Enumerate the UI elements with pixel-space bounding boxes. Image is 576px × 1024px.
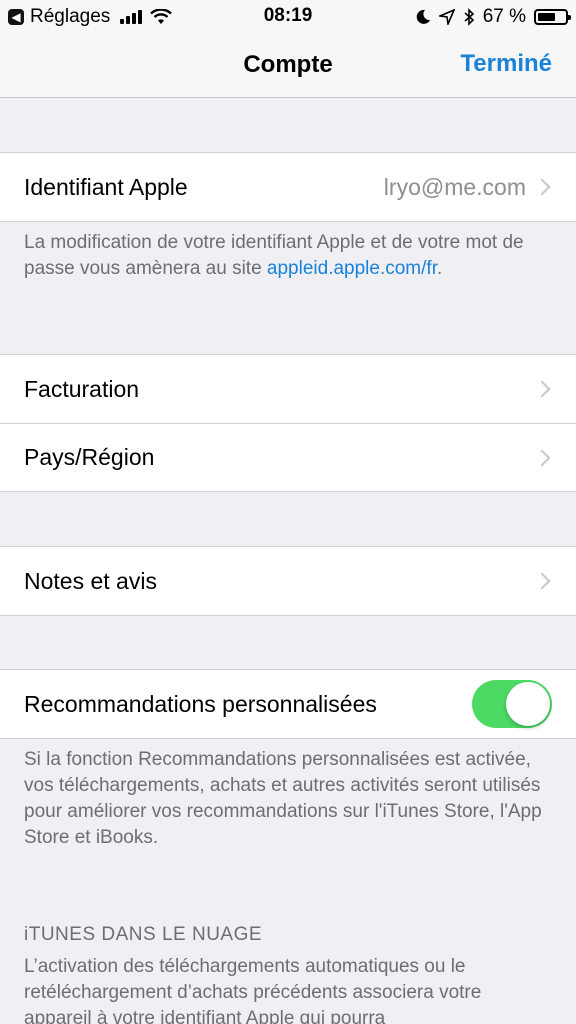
recommendations-footer: Si la fonction Recommandations personnal… — [24, 749, 542, 848]
done-button[interactable]: Terminé — [460, 50, 552, 78]
billing-row[interactable]: Facturation — [0, 355, 576, 423]
battery-percentage: 67 % — [482, 6, 526, 27]
apple-id-footer-end: . — [436, 258, 443, 279]
recommendations-label: Recommandations personnalisées — [24, 690, 377, 717]
recommendations-group: Recommandations personnalisées — [0, 669, 576, 739]
recommendations-toggle[interactable] — [472, 680, 552, 728]
appleid-link[interactable]: appleid.apple.com/fr — [267, 258, 437, 279]
status-bar: ◀ Réglages 08:19 67 % — [0, 0, 576, 34]
country-region-label: Pays/Région — [24, 444, 155, 470]
billing-group: Facturation Pays/Région — [0, 354, 576, 492]
apple-id-footer: La modification de votre identifiant App… — [24, 230, 554, 282]
bluetooth-icon — [464, 8, 474, 26]
apple-id-group: Identifiant Apple lryo@me.com — [0, 152, 576, 222]
do-not-disturb-moon-icon — [416, 9, 430, 24]
ratings-group: Notes et avis — [0, 546, 576, 616]
itunes-cloud-header: iTUNES DANS LE NUAGE — [24, 924, 263, 945]
toggle-knob — [506, 682, 550, 726]
ratings-reviews-row[interactable]: Notes et avis — [0, 547, 576, 615]
chevron-right-icon — [533, 572, 551, 590]
apple-id-row[interactable]: Identifiant Apple lryo@me.com — [0, 153, 576, 221]
recommendations-row: Recommandations personnalisées — [0, 670, 576, 738]
itunes-cloud-text: L’activation des téléchargements automat… — [24, 956, 482, 1024]
ratings-reviews-label: Notes et avis — [24, 567, 157, 594]
chevron-right-icon — [533, 449, 551, 466]
battery-fill — [538, 13, 556, 21]
apple-id-value: lryo@me.com — [383, 173, 526, 200]
apple-id-label: Identifiant Apple — [24, 173, 188, 200]
chevron-right-icon — [533, 178, 551, 196]
country-region-row[interactable]: Pays/Région — [0, 423, 576, 491]
battery-icon — [534, 9, 571, 25]
chevron-right-icon — [533, 380, 551, 398]
billing-label: Facturation — [24, 375, 140, 402]
location-arrow-icon — [438, 9, 455, 25]
navigation-bar: Compte Terminé — [0, 34, 576, 98]
